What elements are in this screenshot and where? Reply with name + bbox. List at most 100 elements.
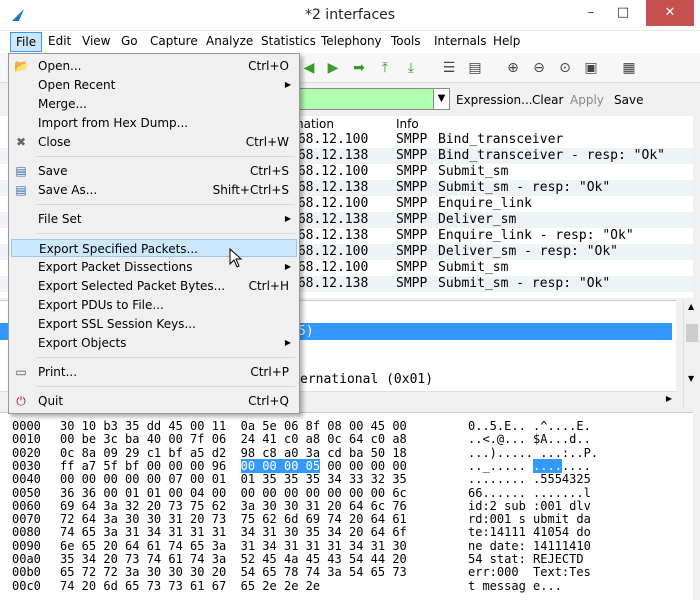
packet-destination: 168.12.138 [290, 212, 369, 227]
packet-protocol: SMPP [396, 244, 428, 259]
packet-destination: 168.12.100 [290, 132, 369, 147]
hex-ascii: ne date: 14111410 [468, 538, 591, 553]
menu-item-file-set[interactable]: File Set ▶ [11, 210, 297, 228]
hex-bytes: ff a7 5f bf 00 00 00 96 [60, 458, 241, 473]
packet-destination: 168.12.138 [290, 148, 369, 163]
hex-ascii: 54 stat: REJECTD [468, 552, 591, 566]
hex-offset: 0080 [12, 525, 41, 540]
menu-go[interactable]: Go [121, 34, 138, 48]
menu-item-export-objects[interactable]: Export Objects ▶ [11, 334, 297, 352]
colorize-icon[interactable]: ☰ [440, 59, 458, 77]
menu-view[interactable]: View [82, 34, 110, 48]
menu-item-label: Export PDUs to File... [38, 298, 164, 312]
menu-item-export-selected-packet-bytes[interactable]: Export Selected Packet Bytes... Ctrl+H [11, 277, 297, 295]
clear-button[interactable]: Clear [532, 93, 563, 107]
close-window-button[interactable]: ✕ [646, 0, 694, 26]
menu-telephony[interactable]: Telephony [321, 34, 382, 48]
menu-item-export-ssl-session-keys[interactable]: Export SSL Session Keys... [11, 315, 297, 333]
menu-item-export-specified-packets[interactable]: Export Specified Packets... [11, 239, 297, 257]
minimize-button[interactable]: – [576, 0, 606, 26]
menu-item-label: Export Specified Packets... [39, 242, 198, 256]
scroll-thumb[interactable] [686, 324, 698, 342]
menu-item-label: Print... [38, 365, 78, 379]
packet-protocol: SMPP [396, 276, 428, 291]
menu-item-open-recent[interactable]: Open Recent ▶ [11, 76, 297, 94]
hex-bytes: 74 20 6d 65 73 73 61 67 65 2e 2e 2e [60, 578, 321, 593]
menu-item-label: Close [38, 135, 71, 149]
menu-item-close[interactable]: ✖ Close Ctrl+W [11, 133, 297, 151]
menu-item-label: Export Objects [38, 336, 127, 350]
packet-protocol: SMPP [396, 228, 428, 243]
folder-open-icon: 📂 [14, 59, 29, 73]
hex-offset: 0000 [12, 419, 41, 433]
menu-item-export-pdus-to-file[interactable]: Export PDUs to File... [11, 296, 297, 314]
menu-item-shortcut: Ctrl+W [245, 135, 289, 149]
column-destination[interactable]: nation [296, 117, 334, 131]
zoom-in-icon[interactable]: ⊕ [504, 59, 522, 77]
menu-statistics[interactable]: Statistics [261, 34, 316, 48]
title-bar: *2 interfaces – □ ✕ [0, 0, 700, 31]
scroll-right-icon[interactable]: ▶ [666, 394, 672, 403]
zoom-out-icon[interactable]: ⊖ [530, 59, 548, 77]
hex-offset: 0050 [12, 485, 41, 500]
hex-bytes: 65 72 72 3a 30 30 30 20 54 65 78 74 3a 5… [60, 565, 407, 580]
capture-filters-icon[interactable]: ▦ [620, 59, 638, 77]
maximize-button[interactable]: □ [608, 0, 638, 26]
menu-item-import-from-hex-dump[interactable]: Import from Hex Dump... [11, 114, 297, 132]
scroll-up-icon[interactable]: ▲ [688, 302, 694, 311]
menu-item-label: Merge... [38, 97, 87, 111]
packet-protocol: SMPP [396, 180, 428, 195]
display-filter-input[interactable] [290, 88, 434, 110]
hex-bytes: 6e 65 20 64 61 74 65 3a 31 34 31 31 31 3… [60, 538, 407, 553]
resize-columns-icon[interactable]: ▣ [582, 59, 600, 77]
zoom-normal-icon[interactable]: ⊙ [556, 59, 574, 77]
menu-capture[interactable]: Capture [150, 34, 198, 48]
menu-bar: File Edit View Go Capture Analyze Statis… [0, 31, 700, 53]
menu-edit[interactable]: Edit [48, 34, 71, 48]
menu-item-label: Export Packet Dissections [38, 260, 193, 274]
hex-bytes-highlight: 00 00 00 05 [240, 458, 321, 473]
details-row[interactable]: ernational (0x01) [300, 371, 433, 388]
first-packet-icon[interactable]: ⤒ [376, 59, 394, 77]
hex-offset: 0030 [12, 458, 41, 473]
packet-destination: 168.12.100 [290, 244, 369, 259]
menu-item-shortcut: Ctrl+P [250, 365, 289, 379]
go-to-packet-icon[interactable]: ➡ [350, 59, 368, 77]
details-vertical-scrollbar[interactable]: ▲ ▼ [683, 300, 700, 408]
menu-item-save-as[interactable]: ▤ Save As... Shift+Ctrl+S [11, 181, 297, 199]
menu-item-open[interactable]: 📂 Open... Ctrl+O [11, 57, 297, 75]
packet-info: Submit_sm - resp: "Ok" [438, 180, 611, 195]
menu-item-quit[interactable]: ⏻ Quit Ctrl+Q [11, 392, 297, 410]
menu-item-print[interactable]: ▭ Print... Ctrl+P [11, 363, 297, 381]
menu-item-label: File Set [38, 212, 82, 226]
menu-analyze[interactable]: Analyze [206, 34, 253, 48]
go-forward-icon[interactable]: ▶ [324, 59, 342, 77]
hex-bytes: 69 64 3a 32 20 73 75 62 3a 30 30 31 20 6… [60, 498, 407, 513]
column-info[interactable]: Info [396, 117, 419, 131]
hex-offset: 0070 [12, 512, 41, 527]
apply-button[interactable]: Apply [570, 93, 604, 107]
packet-protocol: SMPP [396, 212, 428, 227]
menu-item-merge[interactable]: Merge... [11, 95, 297, 113]
menu-internals[interactable]: Internals [434, 34, 487, 48]
save-filter-button[interactable]: Save [614, 93, 643, 107]
go-back-icon[interactable]: ◀ [300, 59, 318, 77]
menu-help[interactable]: Help [493, 34, 520, 48]
print-icon: ▭ [15, 365, 27, 379]
menu-item-save[interactable]: ▤ Save Ctrl+S [11, 162, 297, 180]
hex-offset: 00a0 [12, 552, 41, 566]
menu-tools[interactable]: Tools [391, 34, 421, 48]
submenu-arrow-icon: ▶ [284, 80, 291, 89]
hex-bytes: 0c 8a 09 29 c1 bf a5 d2 98 c8 a0 3a cd b… [60, 445, 407, 460]
filter-dropdown-button[interactable]: ▼ [433, 88, 450, 110]
packet-protocol: SMPP [396, 148, 428, 163]
scroll-down-icon[interactable]: ▼ [688, 374, 694, 383]
hex-ascii-highlight: .... [533, 458, 562, 473]
expression-button[interactable]: Expression... [456, 93, 533, 107]
autoscroll-icon[interactable]: ▤ [466, 59, 484, 77]
last-packet-icon[interactable]: ⤓ [402, 59, 420, 77]
menu-item-export-packet-dissections[interactable]: Export Packet Dissections ▶ [11, 258, 297, 276]
packet-info: Submit_sm [438, 260, 509, 275]
packet-info: Bind_transceiver - resp: "Ok" [438, 148, 665, 163]
menu-file[interactable]: File [10, 32, 43, 52]
